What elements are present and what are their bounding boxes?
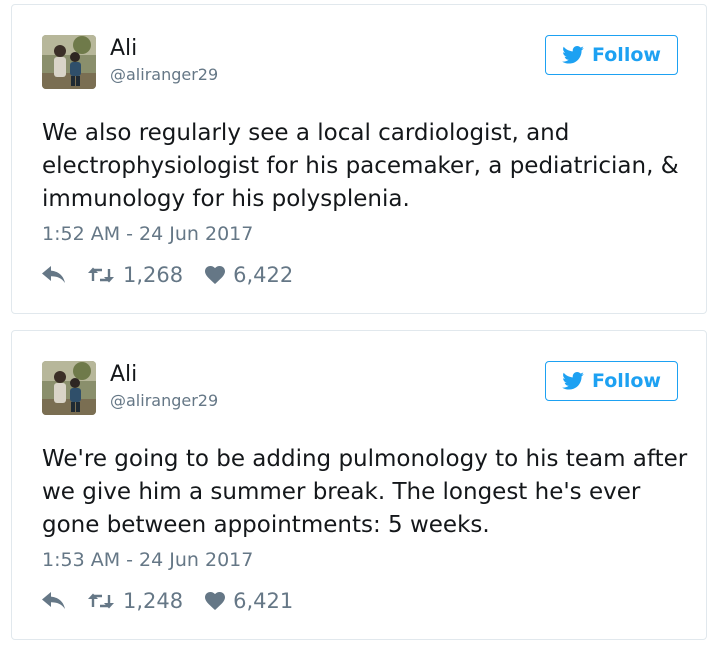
author-handle[interactable]: @aliranger29: [110, 65, 218, 85]
tweet-text: We're going to be adding pulmonology to …: [42, 446, 688, 538]
avatar[interactable]: [42, 361, 96, 415]
avatar[interactable]: [42, 35, 96, 89]
tweet-card: Ali @aliranger29 Follow We're going to b…: [11, 330, 707, 640]
tweet-text: We also regularly see a local cardiologi…: [42, 120, 679, 212]
reply-icon: [42, 592, 65, 609]
retweet-icon: [88, 593, 114, 609]
like-button[interactable]: 6,421: [205, 589, 293, 613]
follow-button[interactable]: Follow: [545, 361, 678, 401]
author-handle[interactable]: @aliranger29: [110, 391, 218, 411]
like-button[interactable]: 6,422: [205, 263, 293, 287]
tweet-actions: 1,248 6,421: [42, 587, 293, 615]
reply-button[interactable]: [42, 592, 66, 610]
heart-icon: [205, 266, 226, 284]
reply-icon: [42, 266, 65, 283]
retweet-button[interactable]: 1,248: [88, 589, 205, 613]
follow-button[interactable]: Follow: [545, 35, 678, 75]
heart-icon: [205, 592, 226, 610]
retweet-icon: [88, 267, 114, 283]
follow-label: Follow: [592, 44, 661, 66]
twitter-bird-icon: [562, 46, 584, 64]
follow-label: Follow: [592, 370, 661, 392]
like-count: 6,422: [233, 263, 294, 287]
avatar-photo-icon: [42, 35, 96, 89]
reply-button[interactable]: [42, 266, 66, 284]
twitter-bird-icon: [562, 372, 584, 390]
like-count: 6,421: [233, 589, 294, 613]
tweet-actions: 1,268 6,422: [42, 261, 293, 289]
retweet-count: 1,268: [123, 263, 184, 287]
retweet-count: 1,248: [123, 589, 184, 613]
tweet-timestamp[interactable]: 1:52 AM - 24 Jun 2017: [42, 222, 253, 246]
tweet-card: Ali @aliranger29 Follow We also regularl…: [11, 4, 707, 314]
retweet-button[interactable]: 1,268: [88, 263, 205, 287]
tweet-timestamp[interactable]: 1:53 AM - 24 Jun 2017: [42, 548, 253, 572]
author-name[interactable]: Ali: [110, 35, 137, 63]
author-name[interactable]: Ali: [110, 361, 137, 389]
avatar-photo-icon: [42, 361, 96, 415]
